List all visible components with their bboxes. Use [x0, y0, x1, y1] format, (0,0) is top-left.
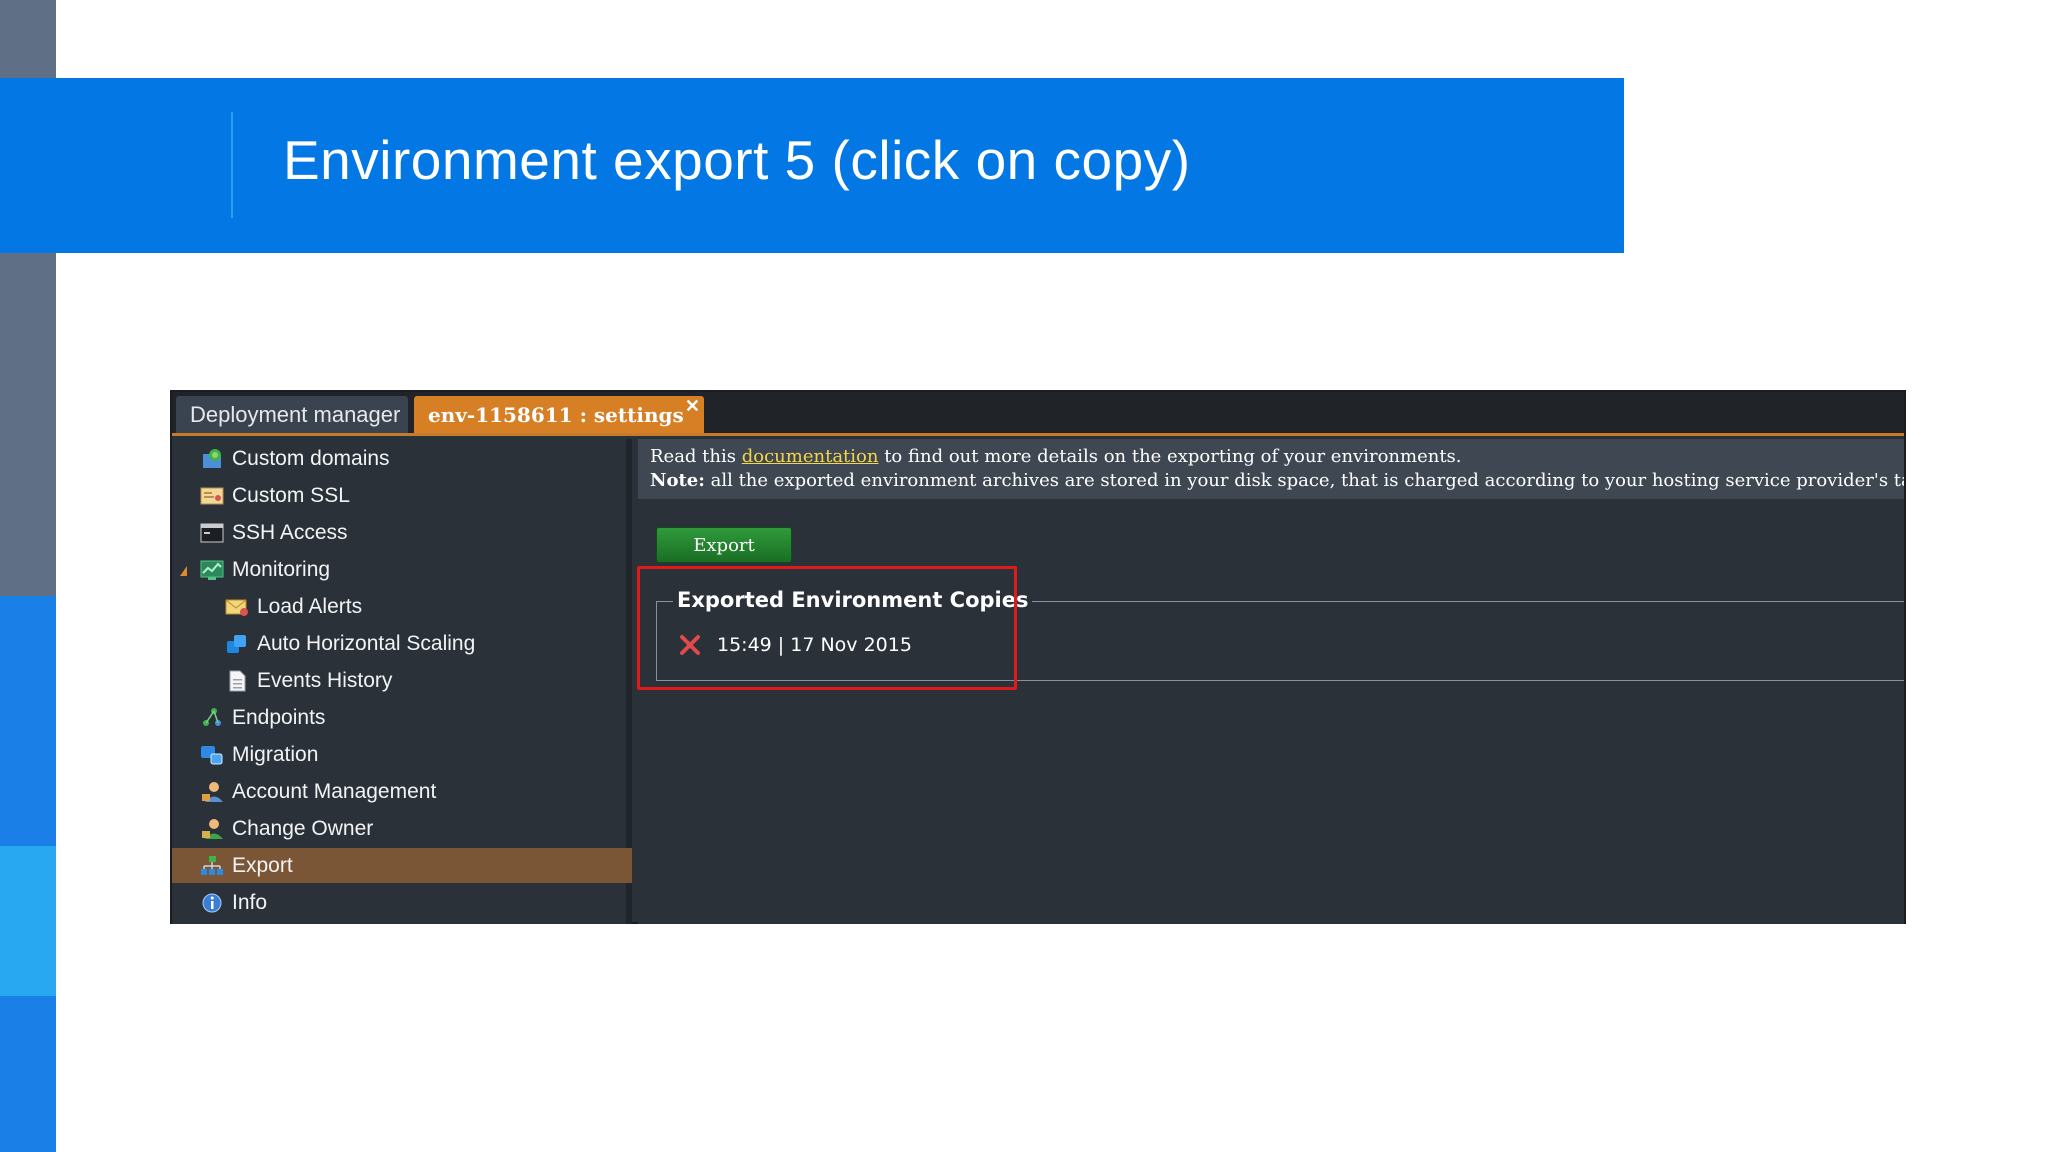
export-panel: Read this documentation to find out more…	[638, 439, 1904, 924]
documentation-link[interactable]: documentation	[742, 446, 879, 467]
slide-title: Environment export 5 (click on copy)	[283, 129, 1191, 191]
mail-alert-icon	[225, 595, 249, 619]
info-icon	[200, 891, 224, 915]
globe-icon	[200, 447, 224, 471]
tab-label: env-1158611 : settings	[428, 402, 684, 427]
sidebar-item-monitoring[interactable]: Monitoring	[172, 552, 632, 587]
sidebar-item-ssh-access[interactable]: SSH Access	[172, 515, 632, 550]
note-label: Note:	[650, 470, 705, 491]
sidebar-item-label: Auto Horizontal Scaling	[257, 631, 476, 655]
info-line: Read this documentation to find out more…	[650, 445, 1892, 469]
monitor-icon	[200, 558, 224, 582]
sidebar-item-account-management[interactable]: Account Management	[172, 774, 632, 809]
sidebar-item-export[interactable]: Export	[172, 848, 632, 883]
sidebar-item-label: Info	[232, 890, 268, 914]
title-divider	[231, 112, 233, 218]
sidebar-item-label: Migration	[232, 742, 319, 766]
document-icon	[225, 669, 249, 693]
user-icon	[200, 780, 224, 804]
expand-triangle-icon[interactable]	[180, 566, 187, 576]
sidebar-item-label: Change Owner	[232, 816, 374, 840]
user-change-icon	[200, 817, 224, 841]
slide-strip-segment	[0, 596, 56, 846]
info-prefix: Read this	[650, 446, 742, 467]
sidebar-item-migration[interactable]: Migration	[172, 737, 632, 772]
copy-timestamp[interactable]: 15:49 | 17 Nov 2015	[717, 634, 912, 656]
slide-strip-segment	[0, 846, 56, 996]
exported-copies-legend: Exported Environment Copies	[673, 588, 1033, 612]
list-item[interactable]: 15:49 | 17 Nov 2015	[675, 630, 912, 660]
sidebar-item-label: Monitoring	[232, 557, 331, 581]
exported-copies-fieldset: Exported Environment Copies 15:49 | 17 N…	[656, 588, 1904, 681]
sidebar-item-label: Custom SSL	[232, 483, 350, 507]
sidebar-item-label: Endpoints	[232, 705, 326, 729]
sidebar-item-custom-ssl[interactable]: Custom SSL	[172, 478, 632, 513]
sidebar-item-custom-domains[interactable]: Custom domains	[172, 441, 632, 476]
sidebar-item-label: Export	[232, 853, 293, 877]
sidebar-item-endpoints[interactable]: Endpoints	[172, 700, 632, 735]
sidebar-item-events-history[interactable]: Events History	[172, 663, 632, 698]
tab-bar: Deployment manager env-1158611 : setting…	[172, 392, 1904, 436]
sidebar-item-label: Custom domains	[232, 446, 390, 470]
sidebar-item-label: Load Alerts	[257, 594, 363, 618]
note-line: Note: all the exported environment archi…	[650, 469, 1904, 493]
sidebar-item-auto-horizontal-scaling[interactable]: Auto Horizontal Scaling	[172, 626, 632, 661]
scaling-icon	[225, 632, 249, 656]
close-icon[interactable]: ✕	[685, 396, 700, 417]
delete-icon[interactable]	[675, 630, 705, 660]
migration-icon	[200, 743, 224, 767]
tab-env-settings[interactable]: env-1158611 : settings ✕	[414, 396, 704, 433]
sidebar-item-label: Account Management	[232, 779, 437, 803]
export-button[interactable]: Export	[656, 527, 792, 563]
sidebar-item-change-owner[interactable]: Change Owner	[172, 811, 632, 846]
tab-label: Deployment manager	[190, 401, 401, 427]
export-icon	[200, 854, 224, 878]
endpoints-icon	[200, 706, 224, 730]
terminal-icon	[200, 521, 224, 545]
app-window: Deployment manager env-1158611 : setting…	[170, 390, 1906, 924]
sidebar-item-label: Events History	[257, 668, 393, 692]
sidebar-item-info[interactable]: Info	[172, 885, 632, 920]
info-suffix: to find out more details on the exportin…	[878, 446, 1462, 467]
note-text: all the exported environment archives ar…	[704, 470, 1904, 491]
settings-sidebar: Custom domains Custom SSL SSH Access Mon…	[172, 439, 632, 924]
sidebar-item-label: SSH Access	[232, 520, 348, 544]
tab-deployment-manager[interactable]: Deployment manager	[176, 396, 408, 433]
sidebar-item-load-alerts[interactable]: Load Alerts	[172, 589, 632, 624]
slide-strip-segment	[0, 996, 56, 1152]
info-bar: Read this documentation to find out more…	[638, 439, 1904, 499]
certificate-icon	[200, 484, 224, 508]
